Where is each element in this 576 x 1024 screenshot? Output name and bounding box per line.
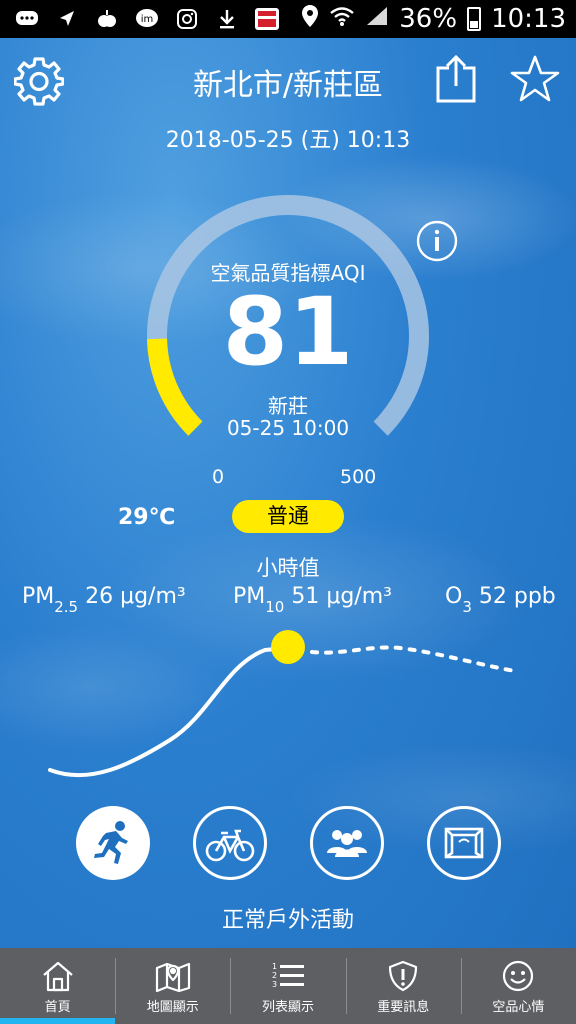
group-icon <box>327 830 367 857</box>
update-datetime: 2018-05-25 (五) 10:13 <box>165 128 411 153</box>
scale-max-label: 500 <box>340 466 377 488</box>
pm10-subscript: 10 <box>265 598 285 616</box>
trend-current-point <box>271 630 305 664</box>
tab-mood[interactable]: 空品心情 <box>460 948 576 1024</box>
aqi-trend-line <box>48 630 517 778</box>
o3-subscript: 3 <box>462 598 472 616</box>
activity-group-button[interactable] <box>310 806 384 880</box>
running-icon <box>94 821 128 864</box>
download-icon <box>214 7 240 31</box>
o3-reading: O3 52 ppb <box>445 584 556 616</box>
svg-text:3: 3 <box>272 980 277 989</box>
o3-value: 52 ppb <box>478 584 556 609</box>
activity-cycling-button[interactable] <box>193 806 267 880</box>
pm10-value: 51 μg/m³ <box>291 584 392 609</box>
station-name: 新莊 <box>268 394 308 418</box>
wifi-icon <box>329 4 355 34</box>
svg-text:1: 1 <box>272 962 277 971</box>
pm25-reading: PM2.5 26 μg/m³ <box>22 584 186 616</box>
share-button[interactable] <box>434 54 478 104</box>
clock: 10:13 <box>491 4 566 34</box>
alert-shield-icon <box>389 960 418 992</box>
star-icon <box>510 55 560 102</box>
pm25-name: PM <box>22 584 55 609</box>
tab-list-label: 列表顯示 <box>262 1000 315 1015</box>
location-icon <box>301 4 319 35</box>
tab-alerts-label: 重要訊息 <box>377 1000 430 1015</box>
apple-app-icon <box>94 7 120 31</box>
bottom-tab-bar: 首頁 地圖顯示 123 列表顯示 重要訊息 空品心情 <box>0 948 576 1024</box>
home-icon <box>42 961 73 992</box>
tab-mood-label: 空品心情 <box>492 1000 545 1015</box>
bicycle-icon <box>205 829 255 862</box>
share-icon <box>436 54 476 103</box>
aqi-value: 81 <box>222 278 354 387</box>
temperature: 29℃ <box>118 505 176 530</box>
news-app-icon <box>254 7 280 31</box>
pm25-value: 26 μg/m³ <box>85 584 186 609</box>
favorite-button[interactable] <box>508 54 562 104</box>
instagram-icon <box>174 7 200 31</box>
tab-list[interactable]: 123 列表顯示 <box>230 948 345 1024</box>
svg-text:im: im <box>141 14 154 25</box>
battery-percent: 36% <box>399 4 458 34</box>
map-icon <box>155 962 190 992</box>
info-icon <box>416 220 458 262</box>
status-badge: 普通 <box>232 500 344 533</box>
trend-forecast <box>310 645 517 673</box>
scale-min-label: 0 <box>212 466 225 488</box>
activity-recommendation: 正常戶外活動 <box>221 908 354 933</box>
tab-map[interactable]: 地圖顯示 <box>115 948 230 1024</box>
battery-icon <box>467 7 482 31</box>
location-title[interactable]: 新北市/新莊區 <box>0 60 576 104</box>
svg-text:2: 2 <box>272 971 277 980</box>
status-bar: im 36% 10:13 <box>0 0 576 38</box>
hourly-label: 小時值 <box>256 556 320 580</box>
activity-window-button[interactable] <box>427 806 501 880</box>
activity-running-button[interactable] <box>76 806 150 880</box>
trend-past <box>48 646 290 778</box>
tab-home-label: 首頁 <box>44 1000 71 1015</box>
navigation-icon <box>54 7 80 31</box>
message-icon <box>14 7 40 31</box>
pm25-subscript: 2.5 <box>54 598 79 616</box>
pm10-name: PM <box>233 584 266 609</box>
signal-icon <box>365 4 389 34</box>
tab-map-label: 地圖顯示 <box>146 1000 199 1015</box>
list-icon: 123 <box>272 962 304 989</box>
observation-time: 05-25 10:00 <box>226 416 350 440</box>
o3-name: O <box>445 584 463 609</box>
tab-alerts[interactable]: 重要訊息 <box>345 948 461 1024</box>
tab-home[interactable]: 首頁 <box>0 948 116 1024</box>
info-button[interactable] <box>416 220 458 262</box>
im-icon: im <box>134 7 160 31</box>
window-icon <box>444 827 484 859</box>
pm10-reading: PM10 51 μg/m³ <box>233 584 392 616</box>
smiley-icon <box>503 960 534 992</box>
